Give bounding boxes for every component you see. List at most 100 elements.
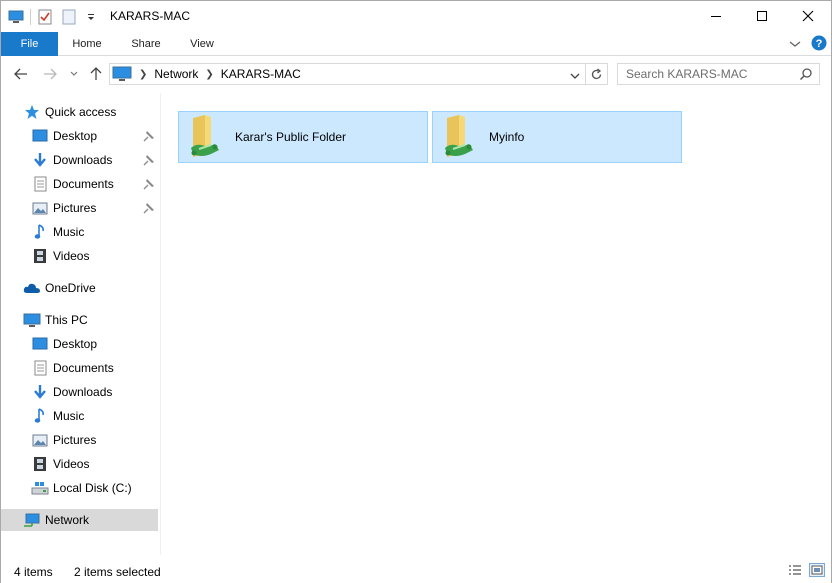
search-input[interactable] (618, 64, 798, 84)
search-box[interactable] (617, 63, 820, 85)
document-icon (31, 175, 49, 193)
sidebar-item-pc-downloads[interactable]: Downloads (31, 381, 112, 403)
sidebar-item-label: Videos (53, 457, 90, 471)
sidebar-item-pc-videos[interactable]: Videos (31, 453, 89, 475)
recent-locations-button[interactable] (65, 65, 83, 83)
sidebar-item-pc-music[interactable]: Music (31, 405, 84, 427)
sidebar-item-label: Desktop (53, 129, 98, 143)
hard-drive-icon (31, 479, 49, 497)
properties-icon[interactable] (36, 8, 54, 26)
refresh-icon (591, 67, 602, 79)
sidebar-item-local-disk[interactable]: Local Disk (C:) (31, 477, 132, 499)
folder-name: Myinfo (489, 130, 525, 144)
refresh-button[interactable] (586, 63, 608, 85)
sidebar-item-label: Pictures (53, 201, 97, 215)
tab-share[interactable]: Share (121, 32, 171, 56)
up-button[interactable] (87, 65, 105, 83)
picture-icon (31, 431, 49, 449)
maximize-icon (757, 11, 767, 21)
minimize-button[interactable] (693, 1, 739, 31)
sidebar-item-documents[interactable]: Documents (31, 173, 114, 195)
back-button[interactable] (12, 65, 30, 83)
back-arrow-icon (14, 68, 27, 80)
sidebar-item-label: Documents (53, 361, 114, 375)
sidebar-item-onedrive[interactable]: OneDrive (23, 277, 96, 299)
toolbar-divider (30, 9, 31, 25)
folder-tile-karars-public-folder[interactable]: Karar's Public Folder (178, 111, 428, 163)
tab-file[interactable]: File (1, 32, 58, 56)
sidebar-item-desktop[interactable]: Desktop (31, 125, 97, 147)
breadcrumb-network[interactable]: Network (154, 67, 198, 81)
sidebar-item-label: Downloads (53, 385, 113, 399)
svg-text:?: ? (816, 38, 823, 50)
tab-view[interactable]: View (177, 32, 227, 56)
status-bar: 4 items 2 items selected (1, 559, 831, 583)
maximize-button[interactable] (739, 1, 785, 31)
breadcrumb-separator-icon[interactable]: ❯ (205, 69, 213, 80)
sidebar-item-network[interactable]: Network (1, 509, 158, 531)
pin-icon[interactable] (143, 178, 155, 193)
address-bar[interactable]: ❯ Network ❯ KARARS-MAC (109, 63, 586, 85)
film-icon (31, 455, 49, 473)
desktop-icon (31, 127, 49, 145)
title-bar: KARARS-MAC (1, 1, 831, 32)
up-arrow-icon (90, 67, 102, 80)
document-icon (31, 359, 49, 377)
sidebar-item-label: OneDrive (45, 281, 96, 295)
quick-access-toolbar (7, 7, 100, 27)
sidebar-item-label: Pictures (53, 433, 97, 447)
sidebar-item-pc-desktop[interactable]: Desktop (31, 333, 97, 355)
pin-icon[interactable] (143, 130, 155, 145)
sidebar-item-quick-access[interactable]: Quick access (23, 101, 116, 123)
ribbon-tabs: File Home Share View ? (1, 32, 831, 56)
sidebar-item-this-pc[interactable]: This PC (23, 309, 88, 331)
close-button[interactable] (785, 1, 831, 31)
breadcrumb: ❯ Network ❯ KARARS-MAC (112, 65, 301, 83)
tab-home[interactable]: Home (62, 32, 112, 56)
sidebar-item-label: Desktop (53, 337, 98, 351)
sidebar-item-label: Videos (53, 249, 90, 263)
ribbon-controls: ? (789, 35, 827, 54)
forward-button[interactable] (41, 65, 59, 83)
music-note-icon (31, 407, 49, 425)
sidebar-item-pictures[interactable]: Pictures (31, 197, 96, 219)
film-icon (31, 247, 49, 265)
large-icons-view-icon (811, 565, 823, 575)
customize-qat-icon[interactable] (82, 8, 100, 26)
sidebar-item-music[interactable]: Music (31, 221, 84, 243)
sidebar-item-downloads[interactable]: Downloads (31, 149, 112, 171)
details-view-button[interactable] (787, 563, 803, 577)
help-icon[interactable]: ? (811, 35, 827, 54)
sidebar-item-label: Local Disk (C:) (53, 481, 132, 495)
folder-tile-myinfo[interactable]: Myinfo (432, 111, 682, 163)
address-dropdown-icon[interactable] (570, 69, 580, 83)
pin-icon[interactable] (143, 202, 155, 217)
download-arrow-icon (31, 383, 49, 401)
navigation-pane: Quick access Desktop Downloads Documents… (1, 93, 161, 555)
this-pc-icon (23, 311, 41, 329)
item-count: 4 items (14, 565, 53, 579)
chevron-down-icon (70, 71, 78, 76)
breadcrumb-separator-icon[interactable]: ❯ (139, 69, 147, 80)
pin-icon[interactable] (143, 154, 155, 169)
network-location-icon (112, 66, 132, 82)
search-icon[interactable] (799, 67, 813, 84)
sidebar-item-label: This PC (45, 313, 88, 327)
selection-count: 2 items selected (74, 565, 161, 579)
large-icons-view-button[interactable] (809, 563, 825, 577)
new-folder-icon[interactable] (60, 8, 78, 26)
sidebar-item-videos[interactable]: Videos (31, 245, 89, 267)
sidebar-item-pc-pictures[interactable]: Pictures (31, 429, 96, 451)
sidebar-item-label: Quick access (45, 105, 117, 119)
file-view: Karar's Public Folder Myinfo (161, 93, 831, 555)
computer-icon[interactable] (7, 8, 25, 26)
explorer-window: KARARS-MAC File Home Share View ? ❯ Netw… (0, 0, 832, 583)
forward-arrow-icon (44, 68, 57, 80)
folder-name: Karar's Public Folder (235, 130, 346, 144)
sidebar-item-label: Music (53, 225, 85, 239)
sidebar-item-pc-documents[interactable]: Documents (31, 357, 114, 379)
expand-ribbon-icon[interactable] (789, 38, 801, 52)
breadcrumb-karars-mac[interactable]: KARARS-MAC (221, 67, 301, 81)
sidebar-item-label: Network (45, 513, 90, 527)
picture-icon (31, 199, 49, 217)
